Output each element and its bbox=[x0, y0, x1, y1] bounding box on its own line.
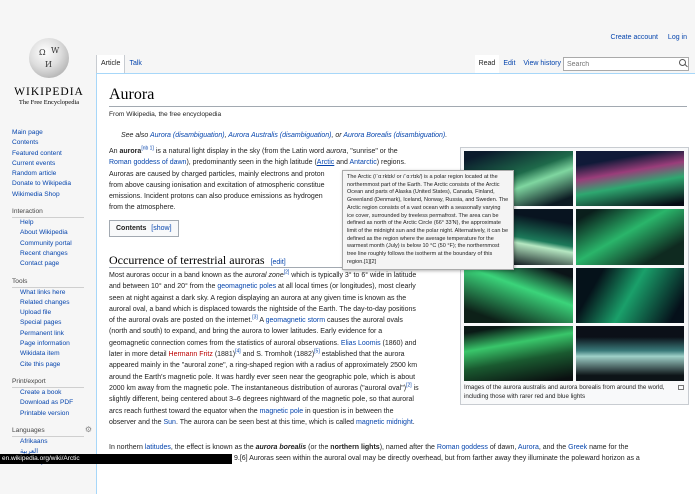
sidebar-item-lang-afrikaans[interactable]: Afrikaans bbox=[12, 437, 92, 447]
aurora-photo[interactable] bbox=[575, 209, 684, 265]
tab-article[interactable]: Article bbox=[96, 55, 126, 73]
sidebar-item-featured-content[interactable]: Featured content bbox=[12, 149, 92, 159]
sidebar-item-wikidata-item[interactable]: Wikidata item bbox=[12, 349, 92, 359]
section-edit-link[interactable]: [edit] bbox=[271, 259, 286, 266]
sidebar-item-about[interactable]: About Wikipedia bbox=[12, 228, 92, 238]
sidebar-item-contents[interactable]: Contents bbox=[12, 138, 92, 148]
sidebar-item-create-book[interactable]: Create a book bbox=[12, 388, 92, 398]
print-export-heading[interactable]: Print/export bbox=[12, 377, 84, 388]
sidebar-item-current-events[interactable]: Current events bbox=[12, 159, 92, 169]
tab-read[interactable]: Read bbox=[474, 55, 500, 73]
search-box bbox=[563, 57, 689, 71]
link-arctic[interactable]: Arctic bbox=[317, 159, 335, 166]
languages-heading[interactable]: Languages ⚙ bbox=[12, 425, 92, 437]
toc-label: Contents bbox=[116, 225, 147, 232]
link-latitudes[interactable]: latitudes bbox=[145, 444, 171, 451]
tab-edit[interactable]: Edit bbox=[499, 55, 519, 73]
link-antarctic[interactable]: Antarctic bbox=[349, 159, 376, 166]
link-aurora-disambiguation[interactable]: Aurora (disambiguation) bbox=[150, 132, 225, 139]
view-tabs: Read Edit View history bbox=[474, 55, 565, 73]
sidebar-item-shop[interactable]: Wikimedia Shop bbox=[12, 190, 92, 200]
link-roman-goddess[interactable]: Roman goddess bbox=[437, 444, 488, 451]
sidebar-navigation: Main page Contents Featured content Curr… bbox=[12, 128, 92, 200]
link-geomagnetic-poles[interactable]: geomagnetic poles bbox=[217, 283, 276, 290]
search-input[interactable] bbox=[564, 58, 674, 70]
sidebar-item-upload-file[interactable]: Upload file bbox=[12, 308, 92, 318]
link-aurora-australis-disambiguation[interactable]: Aurora Australis (disambiguation) bbox=[228, 132, 331, 139]
toc-show-toggle[interactable]: [show] bbox=[151, 225, 171, 232]
sidebar-item-recent-changes[interactable]: Recent changes bbox=[12, 249, 92, 259]
interaction-heading[interactable]: Interaction bbox=[12, 207, 84, 219]
link-magnetic-midnight[interactable]: magnetic midnight bbox=[356, 419, 413, 426]
link-roman-goddess-of-dawn[interactable]: Roman goddess of dawn bbox=[109, 159, 186, 166]
logo-wordmark: WIKIPEDIA bbox=[14, 86, 84, 98]
link-aurora-borealis-disambiguation[interactable]: Aurora Borealis (disambiguation) bbox=[343, 132, 445, 139]
section-heading: Occurrence of terrestrial auroras [edit] bbox=[109, 253, 286, 267]
aurora-photo[interactable] bbox=[575, 325, 684, 381]
sidebar-item-related-changes[interactable]: Related changes bbox=[12, 298, 92, 308]
article-content: Aurora From Wikipedia, the free encyclop… bbox=[96, 73, 695, 494]
link-preview-tooltip: The Arctic (/ˈɑːrktɪk/ or /ˈɑːrtɪk/) is … bbox=[342, 170, 514, 270]
enlarge-icon[interactable] bbox=[678, 385, 684, 390]
sidebar-item-help[interactable]: Help bbox=[12, 218, 92, 228]
sidebar-item-contact-page[interactable]: Contact page bbox=[12, 259, 92, 269]
term-aurora: aurora bbox=[119, 148, 142, 155]
wikipedia-logo[interactable]: Ω W И WIKIPEDIA The Free Encyclopedia bbox=[10, 38, 88, 106]
table-of-contents: Contents [show] bbox=[109, 220, 179, 237]
namespace-tabs: Article Talk bbox=[96, 55, 146, 73]
sidebar-item-random-article[interactable]: Random article bbox=[12, 169, 92, 179]
sidebar-item-donate[interactable]: Donate to Wikipedia bbox=[12, 179, 92, 189]
sidebar-item-community-portal[interactable]: Community portal bbox=[12, 239, 92, 249]
create-account-link[interactable]: Create account bbox=[610, 34, 657, 41]
note-link[interactable]: [nb 1] bbox=[141, 146, 154, 152]
personal-tools: Create account Log in bbox=[602, 34, 687, 41]
link-greek[interactable]: Greek bbox=[568, 444, 587, 451]
aurora-photo[interactable] bbox=[464, 267, 573, 323]
image-caption: Images of the aurora australis and auror… bbox=[464, 384, 665, 400]
link-hermann-fritz[interactable]: Hermann Fritz bbox=[169, 351, 213, 358]
title-divider bbox=[109, 106, 687, 107]
search-icon[interactable] bbox=[679, 59, 686, 66]
sidebar-item-printable-version[interactable]: Printable version bbox=[12, 409, 92, 419]
tools-heading[interactable]: Tools bbox=[12, 277, 84, 288]
gear-icon[interactable]: ⚙ bbox=[85, 425, 92, 435]
tab-talk[interactable]: Talk bbox=[125, 55, 145, 73]
link-elias-loomis[interactable]: Elias Loomis bbox=[341, 340, 381, 347]
site-subtitle: From Wikipedia, the free encyclopedia bbox=[109, 111, 222, 118]
link-sun[interactable]: Sun bbox=[163, 419, 175, 426]
sidebar-item-permanent-link[interactable]: Permanent link bbox=[12, 329, 92, 339]
languages-heading-label: Languages bbox=[12, 426, 45, 434]
logo-tagline: The Free Encyclopedia bbox=[18, 99, 80, 106]
sidebar-item-main-page[interactable]: Main page bbox=[12, 128, 92, 138]
link-magnetic-pole[interactable]: magnetic pole bbox=[260, 408, 304, 415]
sidebar-item-cite-this-page[interactable]: Cite this page bbox=[12, 360, 92, 370]
puzzle-globe-icon: Ω W И bbox=[29, 38, 69, 78]
login-link[interactable]: Log in bbox=[668, 34, 687, 41]
aurora-photo[interactable] bbox=[575, 267, 684, 323]
sidebar-item-page-information[interactable]: Page information bbox=[12, 339, 92, 349]
sidebar-item-special-pages[interactable]: Special pages bbox=[12, 318, 92, 328]
sidebar-item-download-pdf[interactable]: Download as PDF bbox=[12, 398, 92, 408]
browser-status-url: en.wikipedia.org/wiki/Arctic bbox=[0, 454, 232, 464]
page-title: Aurora bbox=[109, 86, 155, 103]
link-geomagnetic-storm[interactable]: geomagnetic storm bbox=[266, 317, 326, 324]
aurora-photo[interactable] bbox=[575, 151, 684, 207]
sidebar: Main page Contents Featured content Curr… bbox=[12, 128, 92, 468]
tab-view-history[interactable]: View history bbox=[519, 55, 565, 73]
hatnote: See also Aurora (disambiguation), Aurora… bbox=[121, 132, 448, 139]
link-aurora-goddess[interactable]: Aurora bbox=[518, 444, 539, 451]
sidebar-item-what-links-here[interactable]: What links here bbox=[12, 288, 92, 298]
aurora-photo[interactable] bbox=[464, 325, 573, 381]
occurrence-paragraph: Most auroras occur in a band known as th… bbox=[109, 269, 419, 426]
